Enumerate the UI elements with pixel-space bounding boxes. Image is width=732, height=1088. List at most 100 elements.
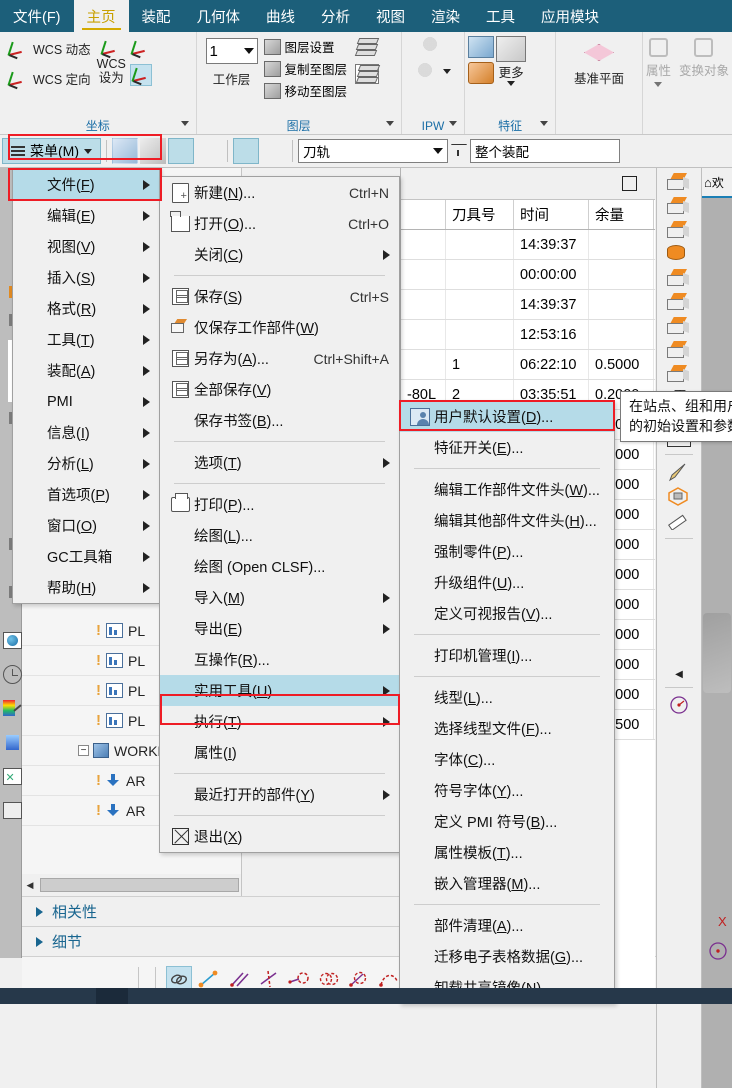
file-menu-item-13[interactable]: 打印(P)... — [160, 489, 399, 520]
menu-item-1[interactable]: 文件(F) — [13, 169, 159, 200]
file-menu-item-1[interactable]: 新建(N)... Ctrl+N — [160, 177, 399, 208]
wcs-save-icon[interactable] — [130, 36, 152, 59]
measure-icon[interactable] — [667, 510, 691, 531]
menu-item-12[interactable]: 窗口(O) — [13, 510, 159, 541]
move-to-layer-button[interactable]: 移动至图层 — [263, 81, 347, 100]
ipw-tool-icon[interactable] — [415, 62, 440, 80]
feature-detect-icon[interactable] — [468, 36, 495, 58]
utilities-menu-item-13[interactable]: 选择线型文件(F)... — [400, 713, 614, 744]
menu-item-13[interactable]: GC工具箱 — [13, 541, 159, 572]
tab-analysis[interactable]: 分析 — [308, 0, 363, 32]
program-order-view-icon[interactable] — [168, 138, 194, 164]
chevron-down-icon[interactable] — [385, 121, 394, 126]
file-menu-item-18[interactable]: 互操作(R)... — [160, 644, 399, 675]
menu-item-14[interactable]: 帮助(H) — [13, 572, 159, 603]
ipw-display-icon[interactable] — [421, 36, 445, 58]
file-menu-item-15[interactable]: 绘图 (Open CLSF)... — [160, 551, 399, 582]
scroll-left-arrow-icon[interactable]: ◀ — [22, 880, 38, 891]
blank-icon[interactable] — [667, 269, 691, 290]
file-menu-item-2[interactable]: 打开(O)... Ctrl+O — [160, 208, 399, 239]
layer-settings-button[interactable]: 图层设置 — [263, 37, 348, 56]
utilities-menu-item-6[interactable]: 强制零件(P)... — [400, 536, 614, 567]
copy-object-icon[interactable] — [667, 221, 691, 242]
utilities-menu-item-7[interactable]: 升级组件(U)... — [400, 567, 614, 598]
utilities-menu-item-12[interactable]: 线型(L)... — [400, 682, 614, 713]
chevron-down-icon[interactable] — [442, 68, 451, 74]
menu-item-4[interactable]: 插入(S) — [13, 262, 159, 293]
menu-item-8[interactable]: PMI — [13, 386, 159, 417]
reuse-library-icon[interactable] — [1, 725, 23, 759]
file-menu-item-23[interactable]: 最近打开的部件(Y) — [160, 779, 399, 810]
datum-plane-icon[interactable] — [583, 44, 614, 61]
move-object-icon[interactable] — [667, 197, 691, 218]
file-menu-item-21[interactable]: 属性(I) — [160, 737, 399, 768]
utilities-menu-item-14[interactable]: 字体(C)... — [400, 744, 614, 775]
utilities-menu-item-15[interactable]: 符号字体(Y)... — [400, 775, 614, 806]
render-icon[interactable] — [667, 486, 691, 507]
file-menu-item-14[interactable]: 绘图(L)... — [160, 520, 399, 551]
tab-assembly[interactable]: 装配 — [129, 0, 184, 32]
utilities-menu-item-10[interactable]: 打印机管理(I)... — [400, 640, 614, 671]
create-geometry-icon[interactable] — [667, 173, 691, 194]
move-face-icon[interactable] — [667, 341, 691, 362]
column-header-time[interactable]: 时间 — [514, 200, 589, 229]
tab-render[interactable]: 渲染 — [418, 0, 473, 32]
diameter-dim-icon[interactable] — [703, 938, 732, 963]
file-menu-item-25[interactable]: 退出(X) — [160, 821, 399, 852]
table-row[interactable]: 00:00:00 — [401, 260, 655, 290]
chevron-down-icon[interactable] — [180, 121, 189, 126]
tab-curve[interactable]: 曲线 — [253, 0, 308, 32]
show-all-icon[interactable] — [667, 317, 691, 338]
chevron-down-icon[interactable] — [449, 121, 458, 126]
wcs-dynamic-button[interactable]: WCS 动态 — [5, 36, 93, 60]
file-menu-item-6[interactable]: 仅保存工作部件(W) — [160, 312, 399, 343]
tab-home[interactable]: 主页 — [73, 0, 129, 32]
menu-item-3[interactable]: 视图(V) — [13, 231, 159, 262]
machining-method-view-icon[interactable] — [196, 138, 222, 164]
tab-geometry[interactable]: 几何体 — [184, 0, 254, 32]
scroll-thumb[interactable] — [40, 878, 239, 892]
geometry-view-icon[interactable] — [112, 138, 138, 164]
wcs-orient-button[interactable]: WCS 定向 — [5, 66, 93, 90]
menu-button[interactable]: 菜单(M) — [2, 138, 101, 164]
file-menu-item-11[interactable]: 选项(T) — [160, 447, 399, 478]
filter-icon[interactable] — [450, 142, 468, 160]
layer-visible-icon[interactable] — [355, 64, 381, 84]
layer-stack-icon[interactable] — [354, 38, 380, 58]
chevron-down-icon[interactable] — [433, 148, 443, 154]
file-menu-item-16[interactable]: 导入(M) — [160, 582, 399, 613]
menu-item-2[interactable]: 编辑(E) — [13, 200, 159, 231]
tab-tools[interactable]: 工具 — [473, 0, 528, 32]
wcs-set-icon[interactable] — [100, 36, 122, 59]
menu-item-6[interactable]: 工具(T) — [13, 324, 159, 355]
tree-horizontal-scrollbar[interactable]: ◀ — [22, 874, 241, 896]
utilities-menu-item-20[interactable]: 部件清理(A)... — [400, 910, 614, 941]
menu-item-11[interactable]: 首选项(P) — [13, 479, 159, 510]
file-menu-item-7[interactable]: 另存为(A)... Ctrl+Shift+A — [160, 343, 399, 374]
feature-pocket-icon[interactable] — [496, 36, 527, 62]
utilities-menu-item-16[interactable]: 定义 PMI 符号(B)... — [400, 806, 614, 837]
menu-item-5[interactable]: 格式(R) — [13, 293, 159, 324]
utilities-menu-item-17[interactable]: 属性模板(T)... — [400, 837, 614, 868]
feature-add-icon[interactable] — [468, 62, 495, 84]
utilities-menu-item-1[interactable]: 用户默认设置(D)... — [400, 401, 614, 432]
table-row[interactable]: 14:39:37 — [401, 230, 655, 260]
menu-item-10[interactable]: 分析(L) — [13, 448, 159, 479]
unblank-icon[interactable] — [667, 293, 691, 314]
utilities-menu-item-4[interactable]: 编辑工作部件文件头(W)... — [400, 474, 614, 505]
machine-tool-view-icon[interactable] — [140, 138, 166, 164]
utilities-menu-item-5[interactable]: 编辑其他部件文件头(H)... — [400, 505, 614, 536]
file-menu-item-17[interactable]: 导出(E) — [160, 613, 399, 644]
workpiece-icon[interactable] — [261, 138, 287, 164]
file-menu-item-9[interactable]: 保存书签(B)... — [160, 405, 399, 436]
chevron-down-icon[interactable] — [540, 121, 549, 126]
radial-dim-icon[interactable] — [669, 695, 689, 718]
utilities-menu-item-2[interactable]: 特征开关(E)... — [400, 432, 614, 463]
cylinder-icon[interactable] — [667, 245, 691, 266]
utilities-menu-item-21[interactable]: 迁移电子表格数据(G)... — [400, 941, 614, 972]
menu-item-9[interactable]: 信息(I) — [13, 417, 159, 448]
table-row[interactable]: 12:53:16 — [401, 320, 655, 350]
maximize-icon[interactable] — [622, 176, 637, 191]
chevron-down-icon[interactable] — [243, 48, 254, 54]
table-row[interactable]: 1 06:22:10 0.5000 — [401, 350, 655, 380]
